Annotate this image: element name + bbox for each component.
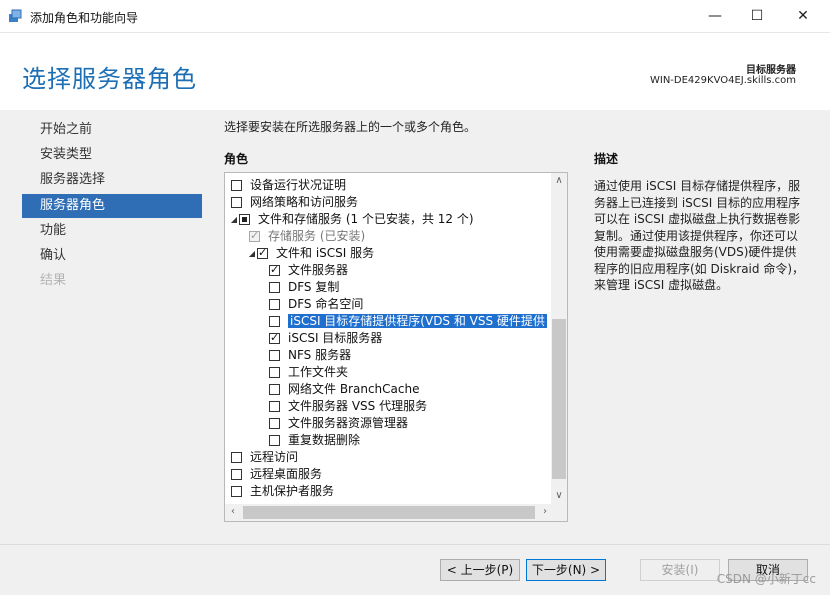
role-row[interactable]: iSCSI 目标存储提供程序(VDS 和 VSS 硬件提供 — [225, 313, 553, 330]
role-row[interactable]: 文件服务器 — [225, 262, 553, 279]
back-button[interactable]: < 上一步(P) — [440, 559, 520, 581]
role-checkbox[interactable] — [231, 469, 242, 480]
role-label: DFS 复制 — [288, 280, 340, 294]
role-checkbox[interactable] — [269, 350, 280, 361]
vertical-scroll-thumb[interactable] — [552, 319, 566, 479]
instruction-text: 选择要安装在所选服务器上的一个或多个角色。 — [224, 120, 477, 134]
role-row[interactable]: 网络文件 BranchCache — [225, 381, 553, 398]
role-row[interactable]: NFS 服务器 — [225, 347, 553, 364]
nav-item[interactable]: 服务器选择 — [22, 168, 202, 192]
role-checkbox[interactable] — [269, 282, 280, 293]
role-checkbox[interactable] — [269, 333, 280, 344]
role-row[interactable]: 主机保护者服务 — [225, 483, 553, 500]
maximize-button[interactable]: ☐ — [734, 0, 780, 32]
role-label: 主机保护者服务 — [250, 484, 335, 498]
nav-item[interactable]: 服务器角色 — [22, 194, 202, 218]
role-checkbox[interactable] — [269, 418, 280, 429]
role-row[interactable]: 远程桌面服务 — [225, 466, 553, 483]
tree-expander-icon[interactable]: ◢ — [247, 245, 257, 262]
role-row[interactable]: 远程访问 — [225, 449, 553, 466]
role-label: 文件服务器资源管理器 — [288, 416, 409, 430]
role-label: 文件服务器 VSS 代理服务 — [288, 399, 428, 413]
role-row[interactable]: 网络策略和访问服务 — [225, 194, 553, 211]
role-label: 远程桌面服务 — [250, 467, 323, 481]
page-title: 选择服务器角色 — [22, 65, 197, 93]
role-label: DFS 命名空间 — [288, 297, 364, 311]
role-row[interactable]: DFS 命名空间 — [225, 296, 553, 313]
role-label: 存储服务 (已安装) — [268, 229, 366, 243]
role-row[interactable]: 设备运行状况证明 — [225, 177, 553, 194]
role-label: NFS 服务器 — [288, 348, 352, 362]
roles-header: 角色 — [224, 152, 249, 166]
role-label: 网络文件 BranchCache — [288, 382, 420, 396]
role-checkbox[interactable] — [269, 265, 280, 276]
title-bar: 添加角色和功能向导 — ☐ ✕ — [0, 0, 830, 32]
horizontal-scrollbar[interactable]: ‹ › — [225, 504, 553, 521]
csdn-watermark: CSDN @小新丁cc — [716, 572, 816, 586]
nav-item[interactable]: 安装类型 — [22, 143, 202, 167]
role-row[interactable]: 文件服务器 VSS 代理服务 — [225, 398, 553, 415]
role-label: 远程访问 — [250, 450, 299, 464]
nav-item[interactable]: 确认 — [22, 244, 202, 268]
minimize-button[interactable]: — — [692, 0, 738, 32]
role-checkbox[interactable] — [231, 452, 242, 463]
role-checkbox[interactable] — [239, 214, 250, 225]
nav-item[interactable]: 功能 — [22, 219, 202, 243]
role-row[interactable]: iSCSI 目标服务器 — [225, 330, 553, 347]
role-checkbox[interactable] — [269, 367, 280, 378]
scroll-down-icon[interactable]: ∨ — [551, 488, 567, 504]
role-row[interactable]: 工作文件夹 — [225, 364, 553, 381]
description-header: 描述 — [594, 152, 619, 166]
role-label: 文件和 iSCSI 服务 — [276, 246, 375, 260]
role-checkbox[interactable] — [269, 401, 280, 412]
role-row[interactable]: ◢ 文件和存储服务 (1 个已安装，共 12 个) — [225, 211, 553, 228]
next-button[interactable]: 下一步(N) > — [526, 559, 606, 581]
role-label: iSCSI 目标存储提供程序(VDS 和 VSS 硬件提供 — [288, 314, 547, 328]
roles-list[interactable]: 设备运行状况证明 网络策略和访问服务 ◢ 文件和存储服务 (1 个已安装，共 12 个… — [224, 172, 568, 522]
role-row[interactable]: 存储服务 (已安装) — [225, 228, 553, 245]
tree-expander-icon[interactable]: ◢ — [229, 211, 239, 228]
role-row[interactable]: 文件服务器资源管理器 — [225, 415, 553, 432]
role-checkbox[interactable] — [249, 231, 260, 242]
wizard-footer: < 上一步(P) 下一步(N) > 安装(I) 取消 CSDN @小新丁cc — [0, 544, 830, 595]
wizard-content: 开始之前 安装类型 服务器选择 服务器角色 功能 确认 结果 选择要安装在所选服务器上的一个… — [0, 110, 830, 544]
role-label: 重复数据删除 — [288, 433, 361, 447]
role-row[interactable]: DFS 复制 — [225, 279, 553, 296]
role-row[interactable]: 重复数据删除 — [225, 432, 553, 449]
role-checkbox[interactable] — [257, 248, 268, 259]
role-checkbox[interactable] — [269, 384, 280, 395]
nav-item[interactable]: 开始之前 — [22, 118, 202, 142]
scroll-corner — [551, 504, 567, 521]
role-label: 网络策略和访问服务 — [250, 195, 359, 209]
description-text: 通过使用 iSCSI 目标存储提供程序，服务器上已连接到 iSCSI 目标的应用… — [594, 179, 805, 292]
role-row[interactable]: ◢ 文件和 iSCSI 服务 — [225, 245, 553, 262]
scroll-left-icon[interactable]: ‹ — [225, 504, 241, 520]
horizontal-scroll-thumb[interactable] — [243, 506, 535, 519]
role-checkbox[interactable] — [231, 197, 242, 208]
role-label: 文件和存储服务 (1 个已安装，共 12 个) — [258, 212, 474, 226]
vertical-scrollbar[interactable]: ∧ ∨ — [551, 173, 567, 504]
role-label: 设备运行状况证明 — [250, 178, 347, 192]
role-checkbox[interactable] — [269, 299, 280, 310]
nav-item[interactable]: 结果 — [22, 269, 202, 293]
role-label: iSCSI 目标服务器 — [288, 331, 383, 345]
role-label: 文件服务器 — [288, 263, 349, 277]
role-checkbox[interactable] — [231, 486, 242, 497]
target-server-label: 目标服务器 — [746, 65, 796, 76]
close-button[interactable]: ✕ — [780, 0, 826, 32]
target-server-value: WIN-DE429KVO4EJ.skills.com — [649, 75, 796, 86]
role-checkbox[interactable] — [269, 316, 280, 327]
role-checkbox[interactable] — [269, 435, 280, 446]
scroll-up-icon[interactable]: ∧ — [551, 173, 567, 189]
role-label: 工作文件夹 — [288, 365, 349, 379]
window-title: 添加角色和功能向导 — [30, 11, 139, 25]
wizard-app-icon — [8, 9, 22, 23]
role-checkbox[interactable] — [231, 180, 242, 191]
install-button[interactable]: 安装(I) — [640, 559, 720, 581]
wizard-header: 选择服务器角色 目标服务器 WIN-DE429KVO4EJ.skills.com — [0, 32, 830, 111]
